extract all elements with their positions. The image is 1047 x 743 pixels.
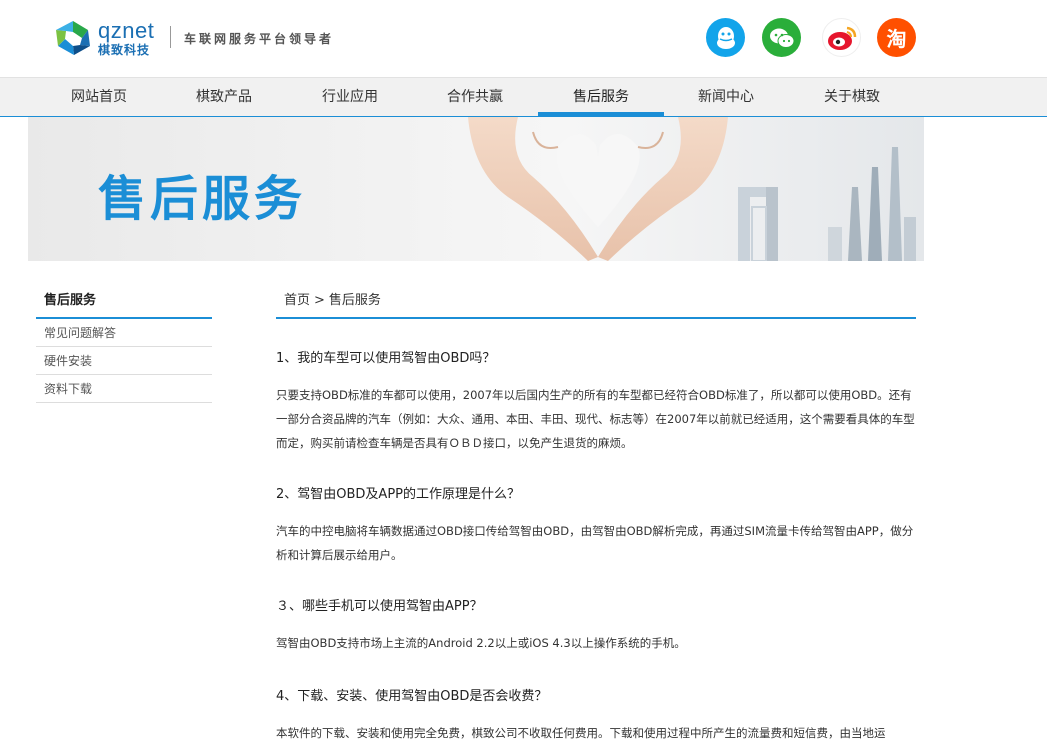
faq-item: ３、哪些手机可以使用驾智由APP？ 驾智由OBD支持市场上主流的Android … bbox=[276, 595, 916, 655]
faq-question: 1、我的车型可以使用驾智由OBD吗？ bbox=[276, 351, 496, 366]
faq-question: ３、哪些手机可以使用驾智由APP？ bbox=[276, 599, 483, 614]
weibo-eye-icon bbox=[827, 26, 856, 50]
qznet-logo[interactable]: qznet 棋致科技 bbox=[52, 18, 162, 60]
heart-hands-image bbox=[468, 117, 728, 261]
nav-item-news[interactable]: 新闻中心 bbox=[663, 78, 789, 116]
city-skyline-image bbox=[738, 147, 916, 261]
sidebar: 售后服务 常见问题解答 硬件安装 资料下载 bbox=[36, 287, 212, 403]
sidebar-item-downloads[interactable]: 资料下载 bbox=[36, 375, 212, 403]
header-divider bbox=[170, 26, 171, 48]
taobao-label: 淘 bbox=[886, 27, 907, 51]
weibo-icon[interactable] bbox=[822, 18, 861, 57]
nav-item-products[interactable]: 棋致产品 bbox=[161, 78, 287, 116]
faq-item: 4、下载、安装、使用驾智由OBD是否会收费？ 本软件的下载、安装和使用完全免费，… bbox=[276, 685, 916, 743]
faq-answer: 本软件的下载、安装和使用完全免费，棋致公司不收取任何费用。下载和使用过程中所产生… bbox=[276, 726, 886, 740]
breadcrumb: 首页 > 售后服务 bbox=[276, 287, 916, 319]
faq-answer: 只要支持OBD标准的车都可以使用，2007年以后国内生产的所有的车型都已经符合O… bbox=[276, 388, 915, 450]
wechat-icon[interactable] bbox=[762, 18, 801, 57]
site-header: qznet 棋致科技 车联网服务平台领导者 淘 bbox=[0, 0, 1047, 77]
breadcrumb-current: 售后服务 bbox=[328, 293, 381, 308]
faq-answer: 驾智由OBD支持市场上主流的Android 2.2以上或iOS 4.3以上操作系… bbox=[276, 636, 686, 650]
qq-icon[interactable] bbox=[706, 18, 745, 57]
qq-penguin-icon bbox=[716, 26, 735, 49]
nav-item-home[interactable]: 网站首页 bbox=[36, 78, 162, 116]
main-content: 首页 > 售后服务 1、我的车型可以使用驾智由OBD吗？ 只要支持OBD标准的车都可… bbox=[276, 287, 916, 740]
taobao-icon[interactable]: 淘 bbox=[877, 18, 916, 57]
faq-question: 2、驾智由OBD及APP的工作原理是什么？ bbox=[276, 487, 521, 502]
faq-question: 4、下载、安装、使用驾智由OBD是否会收费？ bbox=[276, 689, 548, 704]
page-banner: 售后服务 bbox=[28, 117, 924, 261]
banner-title: 售后服务 bbox=[98, 171, 307, 227]
main-nav: 网站首页 棋致产品 行业应用 合作共赢 售后服务 新闻中心 关于棋致 bbox=[0, 77, 1047, 117]
breadcrumb-separator: > bbox=[314, 293, 325, 308]
logo-subtitle: 棋致科技 bbox=[98, 43, 151, 57]
logo-mark-icon bbox=[56, 21, 90, 55]
faq-item: 1、我的车型可以使用驾智由OBD吗？ 只要支持OBD标准的车都可以使用，2007… bbox=[276, 347, 916, 455]
sidebar-item-faq[interactable]: 常见问题解答 bbox=[36, 319, 212, 347]
sidebar-item-hardware-install[interactable]: 硬件安装 bbox=[36, 347, 212, 375]
breadcrumb-home[interactable]: 首页 bbox=[284, 293, 310, 308]
slogan: 车联网服务平台领导者 bbox=[184, 32, 335, 46]
faq-answer: 汽车的中控电脑将车辆数据通过OBD接口传给驾智由OBD，由驾智由OBD解析完成，… bbox=[276, 524, 914, 562]
nav-item-aftersales[interactable]: 售后服务 bbox=[538, 78, 664, 116]
sidebar-title: 售后服务 bbox=[36, 287, 212, 319]
nav-item-industry[interactable]: 行业应用 bbox=[287, 78, 413, 116]
faq-item: 2、驾智由OBD及APP的工作原理是什么？ 汽车的中控电脑将车辆数据通过OBD接… bbox=[276, 483, 916, 567]
nav-item-partners[interactable]: 合作共赢 bbox=[412, 78, 538, 116]
wechat-bubbles-icon bbox=[769, 28, 794, 48]
nav-item-about[interactable]: 关于棋致 bbox=[789, 78, 915, 116]
